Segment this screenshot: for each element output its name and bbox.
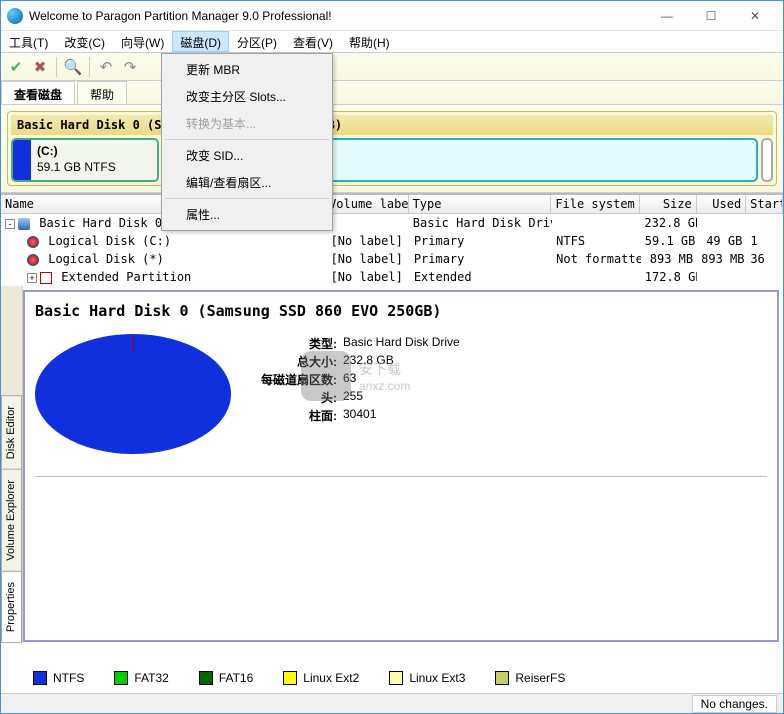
tab-view-disks[interactable]: 查看磁盘 [1, 81, 75, 104]
prop-value-heads: 255 [343, 389, 363, 406]
menuitem-update-mbr[interactable]: 更新 MBR [164, 56, 330, 83]
partition-small[interactable] [761, 138, 773, 182]
view-tabs: 查看磁盘 帮助 [1, 81, 783, 105]
partition-table: Name Volume label Type File system Size … [1, 193, 783, 286]
menuitem-change-sid[interactable]: 改变 SID... [164, 142, 330, 169]
partition-c-label: (C:) [37, 143, 116, 159]
col-used[interactable]: Used [697, 195, 746, 213]
menu-tools[interactable]: 工具(T) [1, 31, 56, 52]
undo-button[interactable]: ↶ [95, 56, 117, 78]
sidetab-disk-editor[interactable]: Disk Editor [1, 395, 22, 470]
menuitem-properties[interactable]: 属性... [164, 201, 330, 228]
col-filesystem[interactable]: File system [551, 195, 640, 213]
disk-map-area: Basic Hard Disk 0 (Samsung SSD 860 EVO 2… [1, 105, 783, 193]
prop-value-cyl: 30401 [343, 407, 376, 424]
col-volume[interactable]: Volume label [325, 195, 409, 213]
table-row[interactable]: Logical Disk (C:)[No label]PrimaryNTFS59… [1, 232, 783, 250]
discard-button[interactable]: ✖ [29, 56, 51, 78]
toolbar: ✔ ✖ 🔍 ↶ ↷ [1, 53, 783, 81]
menu-wizard[interactable]: 向导(W) [113, 31, 172, 52]
swatch-fat32 [114, 671, 128, 685]
prop-label-cyl: 柱面: [251, 407, 337, 424]
search-icon[interactable]: 🔍 [62, 56, 84, 78]
partition-c-size: 59.1 GB NTFS [37, 159, 116, 175]
menubar: 工具(T) 改变(C) 向导(W) 磁盘(D) 分区(P) 查看(V) 帮助(H… [1, 31, 783, 53]
property-list: 类型: Basic Hard Disk Drive 总大小: 232.8 GB 每磁… [251, 334, 460, 425]
menu-disk[interactable]: 磁盘(D) [172, 31, 229, 52]
close-button[interactable]: ✕ [733, 2, 777, 30]
table-row[interactable]: + Extended Partition[No label]Extended17… [1, 268, 783, 286]
sidetab-properties[interactable]: Properties [1, 571, 22, 643]
col-start[interactable]: Start [746, 195, 783, 213]
minimize-button[interactable]: — [645, 2, 689, 30]
side-tabs: Disk Editor Volume Explorer Properties [1, 286, 23, 642]
menu-change[interactable]: 改变(C) [56, 31, 113, 52]
swatch-ext3 [389, 671, 403, 685]
app-icon [7, 8, 23, 24]
partition-c[interactable]: (C:) 59.1 GB NTFS [11, 138, 159, 182]
swatch-fat16 [199, 671, 213, 685]
legend-ext3: Linux Ext3 [409, 671, 465, 685]
disk-dropdown: 更新 MBR 改变主分区 Slots... 转换为基本... 改变 SID...… [161, 53, 333, 231]
legend-fat16: FAT16 [219, 671, 253, 685]
legend-reiser: ReiserFS [515, 671, 565, 685]
sidetab-volume-explorer[interactable]: Volume Explorer [1, 469, 22, 572]
legend-fat32: FAT32 [134, 671, 168, 685]
menu-view[interactable]: 查看(V) [285, 31, 341, 52]
maximize-button[interactable]: ☐ [689, 2, 733, 30]
disk-frame[interactable]: Basic Hard Disk 0 (Samsung SSD 860 EVO 2… [7, 111, 777, 186]
swatch-ntfs [33, 671, 47, 685]
prop-label-sectors: 每磁道扇区数: [251, 371, 337, 388]
tab-help[interactable]: 帮助 [77, 81, 127, 104]
apply-button[interactable]: ✔ [5, 56, 27, 78]
prop-label-total: 总大小: [251, 353, 337, 370]
col-size[interactable]: Size [640, 195, 697, 213]
prop-value-type: Basic Hard Disk Drive [343, 335, 460, 352]
titlebar: Welcome to Paragon Partition Manager 9.0… [1, 1, 783, 31]
menuitem-convert-basic: 转换为基本... [164, 110, 330, 137]
prop-label-type: 类型: [251, 335, 337, 352]
col-type[interactable]: Type [409, 195, 552, 213]
prop-label-heads: 头: [251, 389, 337, 406]
swatch-reiser [495, 671, 509, 685]
disk-frame-title: Basic Hard Disk 0 (Samsung SSD 860 EVO 2… [11, 115, 773, 135]
prop-value-total: 232.8 GB [343, 353, 394, 370]
filesystem-legend: NTFS FAT32 FAT16 Linux Ext2 Linux Ext3 R… [23, 665, 777, 691]
menuitem-change-slots[interactable]: 改变主分区 Slots... [164, 83, 330, 110]
statusbar: No changes. [1, 693, 783, 713]
table-header: Name Volume label Type File system Size … [1, 195, 783, 214]
legend-ext2: Linux Ext2 [303, 671, 359, 685]
swatch-ext2 [283, 671, 297, 685]
menuitem-edit-sectors[interactable]: 编辑/查看扇区... [164, 169, 330, 196]
detail-panel: Basic Hard Disk 0 (Samsung SSD 860 EVO 2… [23, 290, 779, 642]
detail-title: Basic Hard Disk 0 (Samsung SSD 860 EVO 2… [35, 302, 767, 320]
legend-ntfs: NTFS [53, 671, 84, 685]
prop-value-sectors: 63 [343, 371, 356, 388]
table-row[interactable]: - Basic Hard Disk 0 (Samsung SSD 860 EVO… [1, 214, 783, 232]
status-changes: No changes. [692, 695, 777, 713]
usage-pie-chart [35, 334, 231, 454]
window-title: Welcome to Paragon Partition Manager 9.0… [29, 9, 645, 23]
table-row[interactable]: Logical Disk (*)[No label]PrimaryNot for… [1, 250, 783, 268]
partition-c-used-bar [13, 140, 31, 180]
redo-button[interactable]: ↷ [119, 56, 141, 78]
menu-partition[interactable]: 分区(P) [229, 31, 285, 52]
menu-help[interactable]: 帮助(H) [341, 31, 398, 52]
